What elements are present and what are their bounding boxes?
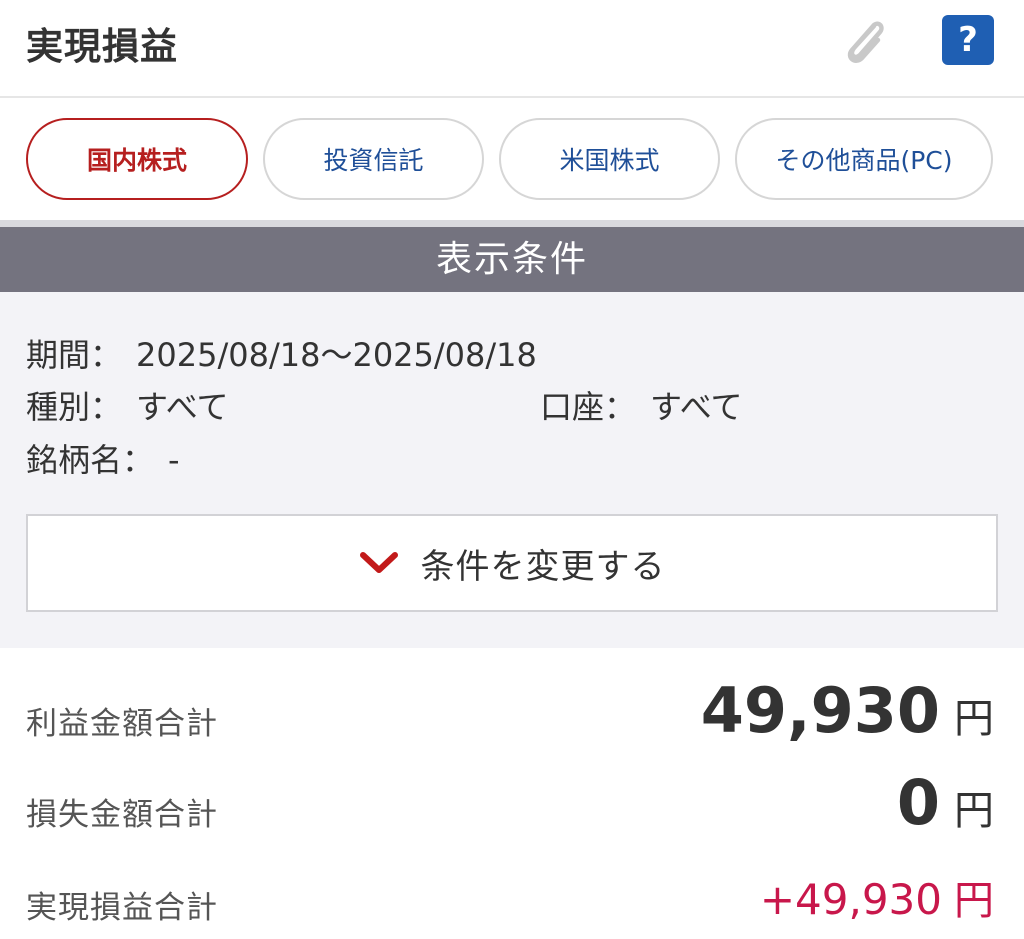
- period-row: 期間： 2025/08/18～2025/08/18: [26, 330, 537, 376]
- tab-investment-trusts[interactable]: 投資信託: [263, 118, 484, 200]
- type-value: すべて: [136, 388, 229, 426]
- chevron-down-icon: [359, 552, 398, 573]
- symbol-name-value: -: [168, 441, 180, 479]
- paperclip-icon[interactable]: [836, 12, 892, 72]
- symbol-name-label: 銘柄名：: [26, 441, 155, 479]
- product-tabs: 国内株式 投資信託 米国株式 その他商品(PC): [0, 100, 1024, 220]
- period-value: 2025/08/18～2025/08/18: [136, 336, 537, 374]
- change-conditions-label: 条件を変更する: [420, 546, 666, 587]
- period-label: 期間：: [26, 336, 123, 374]
- tab-us-stocks[interactable]: 米国株式: [499, 118, 720, 200]
- page-title: 実現損益: [26, 25, 178, 68]
- loss-total-label: 損失金額合計: [26, 797, 218, 833]
- help-button[interactable]: ?: [942, 15, 994, 65]
- summary-section: 利益金額合計 49,930 円 損失金額合計 0円 実現損益合計 +49,930 円: [0, 648, 1024, 939]
- account-label: 口座：: [540, 388, 637, 426]
- conditions-panel: 期間： 2025/08/18～2025/08/18 種別： すべて 口座： すべて 銘…: [0, 292, 1024, 648]
- header-bar: 実現損益 ?: [0, 0, 1024, 98]
- currency-unit: 円: [954, 696, 994, 742]
- profit-total-label: 利益金額合計: [26, 706, 218, 742]
- symbol-name-row: 銘柄名： -: [26, 435, 180, 481]
- conditions-header: 表示条件: [0, 227, 1024, 292]
- type-row: 種別： すべて: [26, 382, 229, 428]
- realized-total-value: +49,930 円: [760, 868, 994, 926]
- loss-total-value: 0円: [897, 766, 994, 839]
- account-row: 口座： すべて: [540, 382, 743, 428]
- profit-total-value: 49,930 円: [701, 674, 994, 747]
- tab-domestic-stocks[interactable]: 国内株式: [26, 118, 248, 200]
- divider: [0, 220, 1024, 227]
- change-conditions-button[interactable]: 条件を変更する: [26, 514, 998, 612]
- profit-total-amount: 49,930: [700, 674, 940, 747]
- currency-unit: 円: [954, 788, 994, 834]
- loss-total-amount: 0: [896, 766, 940, 839]
- type-label: 種別：: [26, 388, 123, 426]
- realized-total-amount: +49,930: [759, 875, 942, 924]
- account-value: すべて: [650, 388, 743, 426]
- currency-unit: 円: [954, 878, 994, 924]
- tab-other-products[interactable]: その他商品(PC): [735, 118, 993, 200]
- realized-total-label: 実現損益合計: [26, 890, 218, 926]
